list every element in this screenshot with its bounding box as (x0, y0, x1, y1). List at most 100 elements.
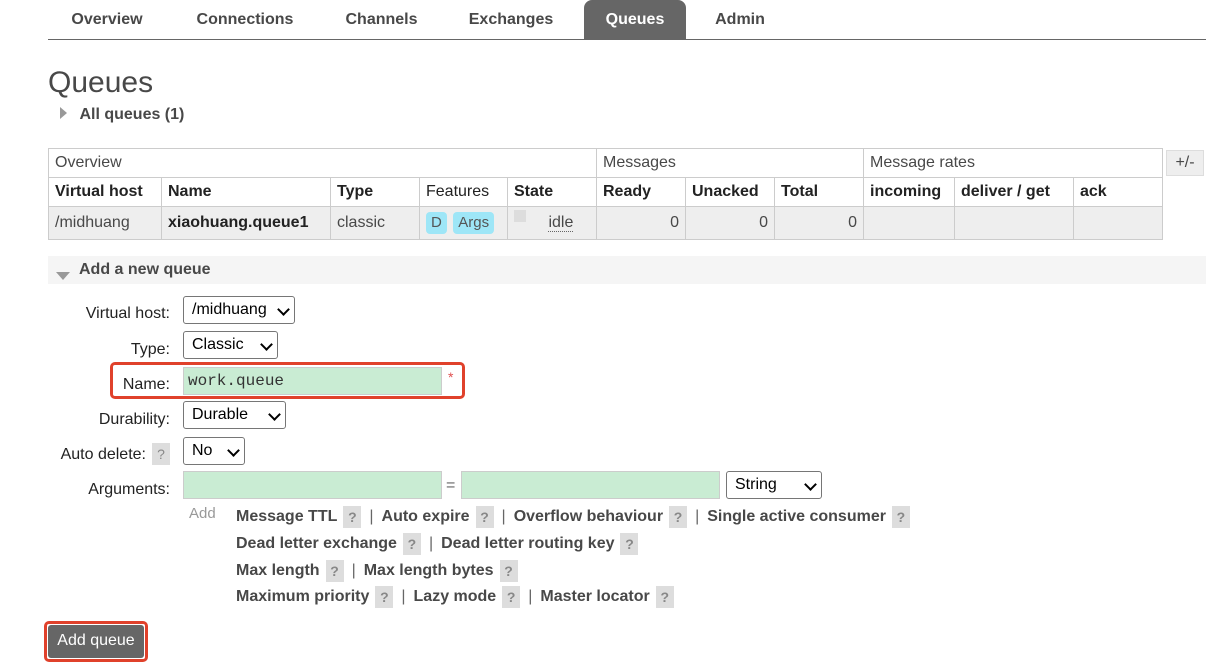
arguments-label: Arguments: (88, 481, 170, 498)
cell-vhost: /midhuang (48, 206, 162, 240)
tab-admin[interactable]: Admin (692, 0, 788, 39)
column-toggle-button[interactable]: +/- (1166, 150, 1204, 176)
help-icon[interactable]: ? (620, 533, 639, 555)
col-state[interactable]: State (507, 177, 597, 207)
durable-badge: D (426, 212, 447, 234)
chevron-down-icon (277, 303, 290, 316)
arg-auto-expire[interactable]: Auto expire (382, 508, 470, 525)
help-icon[interactable]: ? (325, 560, 344, 582)
col-unacked[interactable]: Unacked (685, 177, 775, 207)
page-title: Queues (48, 66, 154, 99)
cell-unacked: 0 (685, 206, 775, 240)
tab-connections[interactable]: Connections (170, 0, 320, 39)
chevron-down-icon (268, 408, 281, 421)
argument-type-select[interactable]: String (726, 471, 822, 499)
arg-dead-letter-exchange[interactable]: Dead letter exchange (236, 535, 397, 552)
cell-queue-name[interactable]: xiaohuang.queue1 (161, 206, 331, 240)
auto-delete-help-icon[interactable]: ? (152, 443, 170, 465)
group-message-rates: Message rates (863, 148, 1163, 178)
argument-type-value: String (735, 476, 777, 493)
tab-exchanges[interactable]: Exchanges (444, 0, 578, 39)
cell-state: idle (507, 206, 597, 240)
group-messages: Messages (596, 148, 864, 178)
cell-total: 0 (774, 206, 864, 240)
add-queue-button[interactable]: Add queue (48, 625, 144, 658)
tab-channels[interactable]: Channels (324, 0, 439, 39)
help-icon[interactable]: ? (655, 586, 674, 608)
required-mark: * (448, 369, 454, 385)
help-icon[interactable]: ? (402, 533, 421, 555)
col-ack[interactable]: ack (1073, 177, 1163, 207)
chevron-down-icon (227, 444, 240, 457)
tab-overview[interactable]: Overview (48, 0, 166, 39)
name-input[interactable]: work.queue (183, 367, 442, 395)
top-nav: Overview Connections Channels Exchanges … (48, 0, 1206, 40)
col-ready[interactable]: Ready (596, 177, 686, 207)
cell-deliver-get (954, 206, 1074, 240)
help-icon[interactable]: ? (891, 506, 910, 528)
add-queue-section-header[interactable]: Add a new queue (48, 256, 1206, 284)
col-incoming[interactable]: incoming (863, 177, 955, 207)
col-deliver-get[interactable]: deliver / get (954, 177, 1074, 207)
argument-shortcuts-row-4: Maximum priority? | Lazy mode? | Master loca… (236, 586, 674, 608)
state-text: idle (548, 214, 574, 232)
expand-arrow-icon (60, 107, 67, 119)
chevron-down-icon (260, 338, 273, 351)
durability-select[interactable]: Durable (183, 401, 286, 429)
arg-message-ttl[interactable]: Message TTL (236, 508, 337, 525)
collapse-arrow-icon (56, 272, 70, 280)
col-virtual-host[interactable]: Virtual host (48, 177, 162, 207)
col-total[interactable]: Total (774, 177, 864, 207)
group-overview: Overview (48, 148, 597, 178)
durability-label: Durability: (98, 411, 170, 428)
virtual-host-value: /midhuang (192, 301, 267, 318)
help-icon[interactable]: ? (499, 560, 518, 582)
chevron-down-icon (804, 478, 817, 491)
state-indicator-icon (514, 210, 526, 222)
add-argument-link[interactable]: Add (189, 505, 216, 522)
argument-shortcuts-row-3: Max length? | Max length bytes? (236, 560, 518, 582)
arg-master-locator[interactable]: Master locator (540, 588, 649, 605)
queues-table: Overview Messages Message rates Virtual … (48, 148, 1163, 240)
arg-dead-letter-routing-key[interactable]: Dead letter routing key (441, 535, 614, 552)
durability-value: Durable (192, 406, 249, 423)
help-icon[interactable]: ? (475, 506, 494, 528)
cell-features: D Args (419, 206, 508, 240)
all-queues-label: All queues (1) (79, 106, 185, 123)
help-icon[interactable]: ? (669, 506, 688, 528)
cell-type: classic (330, 206, 420, 240)
cell-ack (1073, 206, 1163, 240)
col-features: Features (419, 177, 508, 207)
arg-max-length-bytes[interactable]: Max length bytes (364, 562, 494, 579)
auto-delete-value: No (192, 442, 213, 459)
col-type[interactable]: Type (330, 177, 420, 207)
name-label: Name: (122, 376, 170, 393)
tab-queues[interactable]: Queues (584, 0, 686, 39)
arg-max-length[interactable]: Max length (236, 562, 320, 579)
type-label: Type: (130, 341, 170, 358)
type-select[interactable]: Classic (183, 331, 278, 359)
auto-delete-select[interactable]: No (183, 437, 245, 465)
virtual-host-select[interactable]: /midhuang (183, 296, 295, 324)
arg-overflow-behaviour[interactable]: Overflow behaviour (514, 508, 663, 525)
help-icon[interactable]: ? (343, 506, 362, 528)
argument-key-input[interactable] (183, 471, 442, 499)
arg-single-active-consumer[interactable]: Single active consumer (707, 508, 886, 525)
table-row[interactable]: /midhuang xiaohuang.queue1 classic D Arg… (48, 206, 1163, 240)
argument-shortcuts-row-2: Dead letter exchange? | Dead letter routin… (236, 533, 639, 555)
cell-incoming (863, 206, 955, 240)
arg-lazy-mode[interactable]: Lazy mode (414, 588, 497, 605)
arg-maximum-priority[interactable]: Maximum priority (236, 588, 369, 605)
argument-value-input[interactable] (461, 471, 720, 499)
type-value: Classic (192, 336, 244, 353)
auto-delete-label: Auto delete: (60, 446, 146, 463)
add-queue-section-title: Add a new queue (79, 261, 211, 278)
all-queues-toggle[interactable]: All queues (1) (60, 106, 184, 124)
argument-shortcuts-row-1: Message TTL? | Auto expire? | Overflow behav… (236, 506, 910, 528)
virtual-host-label: Virtual host: (85, 305, 170, 322)
col-name[interactable]: Name (161, 177, 331, 207)
help-icon[interactable]: ? (375, 586, 394, 608)
cell-ready: 0 (596, 206, 686, 240)
args-badge[interactable]: Args (453, 212, 495, 234)
help-icon[interactable]: ? (502, 586, 521, 608)
